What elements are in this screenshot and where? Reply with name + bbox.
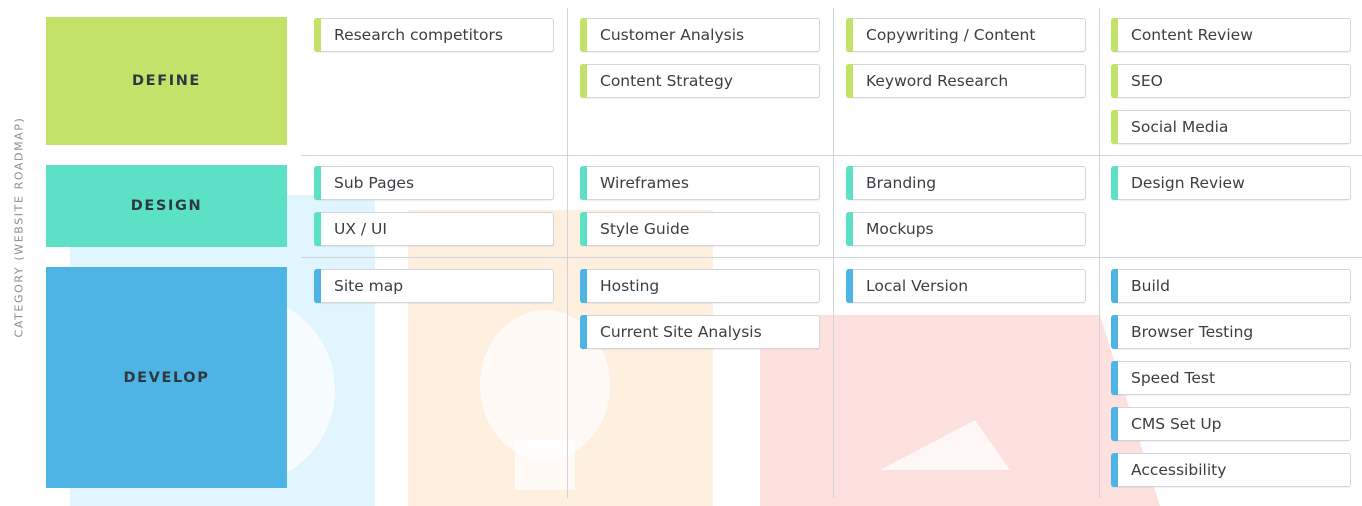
task-card[interactable]: Build [1111, 269, 1351, 303]
task-card[interactable]: Current Site Analysis [580, 315, 820, 349]
task-label: Branding [866, 174, 937, 192]
task-color-bar [1111, 315, 1118, 349]
task-color-bar [314, 166, 321, 200]
task-card[interactable]: SEO [1111, 64, 1351, 98]
task-label: Current Site Analysis [600, 323, 762, 341]
task-card[interactable]: Content Strategy [580, 64, 820, 98]
task-color-bar [1111, 361, 1118, 395]
task-label: Content Strategy [600, 72, 733, 90]
task-card[interactable]: Sub Pages [314, 166, 554, 200]
column-divider [567, 8, 568, 498]
category-design: DESIGN [46, 165, 287, 247]
task-color-bar [580, 269, 587, 303]
task-card[interactable]: Local Version [846, 269, 1086, 303]
task-color-bar [580, 212, 587, 246]
task-color-bar [846, 64, 853, 98]
task-card[interactable]: Site map [314, 269, 554, 303]
task-card[interactable]: Copywriting / Content [846, 18, 1086, 52]
task-label: SEO [1131, 72, 1163, 90]
task-label: Content Review [1131, 26, 1253, 44]
task-card[interactable]: Content Review [1111, 18, 1351, 52]
task-label: Hosting [600, 277, 660, 295]
task-label: CMS Set Up [1131, 415, 1222, 433]
task-label: Style Guide [600, 220, 690, 238]
task-card[interactable]: Design Review [1111, 166, 1351, 200]
task-label: Social Media [1131, 118, 1229, 136]
task-label: Browser Testing [1131, 323, 1254, 341]
task-color-bar [580, 18, 587, 52]
task-card[interactable]: Mockups [846, 212, 1086, 246]
task-card[interactable]: CMS Set Up [1111, 407, 1351, 441]
task-color-bar [314, 212, 321, 246]
category-develop: DEVELOP [46, 267, 287, 488]
task-color-bar [1111, 110, 1118, 144]
task-card[interactable]: Browser Testing [1111, 315, 1351, 349]
task-card[interactable]: Research competitors [314, 18, 554, 52]
task-color-bar [846, 166, 853, 200]
task-color-bar [1111, 453, 1118, 487]
task-color-bar [1111, 407, 1118, 441]
task-card[interactable]: Keyword Research [846, 64, 1086, 98]
task-card[interactable]: Accessibility [1111, 453, 1351, 487]
task-color-bar [846, 269, 853, 303]
task-label: Wireframes [600, 174, 689, 192]
task-label: Keyword Research [866, 72, 1009, 90]
task-color-bar [1111, 166, 1118, 200]
row-divider [301, 257, 1362, 258]
task-color-bar [314, 18, 321, 52]
task-card[interactable]: Branding [846, 166, 1086, 200]
row-divider [301, 155, 1362, 156]
category-define: DEFINE [46, 17, 287, 145]
task-color-bar [1111, 64, 1118, 98]
task-color-bar [846, 212, 853, 246]
task-label: Mockups [866, 220, 934, 238]
task-card[interactable]: Customer Analysis [580, 18, 820, 52]
task-label: Speed Test [1131, 369, 1216, 387]
task-card[interactable]: UX / UI [314, 212, 554, 246]
column-divider [1099, 8, 1100, 498]
task-label: Accessibility [1131, 461, 1227, 479]
task-card[interactable]: Hosting [580, 269, 820, 303]
task-card[interactable]: Social Media [1111, 110, 1351, 144]
task-color-bar [1111, 18, 1118, 52]
task-color-bar [580, 64, 587, 98]
task-color-bar [1111, 269, 1118, 303]
task-label: Customer Analysis [600, 26, 745, 44]
task-label: Copywriting / Content [866, 26, 1036, 44]
task-card[interactable]: Speed Test [1111, 361, 1351, 395]
task-card[interactable]: Style Guide [580, 212, 820, 246]
task-label: Sub Pages [334, 174, 415, 192]
task-label: Build [1131, 277, 1170, 295]
task-label: Site map [334, 277, 404, 295]
task-label: Local Version [866, 277, 969, 295]
task-color-bar [580, 166, 587, 200]
task-label: UX / UI [334, 220, 387, 238]
column-divider [833, 8, 834, 498]
task-label: Design Review [1131, 174, 1245, 192]
task-card[interactable]: Wireframes [580, 166, 820, 200]
task-color-bar [580, 315, 587, 349]
task-color-bar [846, 18, 853, 52]
task-label: Research competitors [334, 26, 503, 44]
task-color-bar [314, 269, 321, 303]
